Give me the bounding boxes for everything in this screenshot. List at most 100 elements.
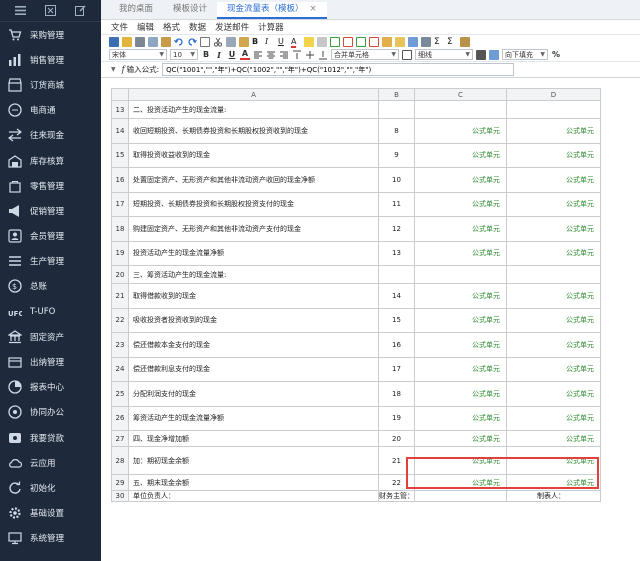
- copy-icon[interactable]: [148, 36, 158, 47]
- calc-icon[interactable]: [421, 36, 431, 47]
- bold-button[interactable]: B: [201, 50, 211, 59]
- cell-a[interactable]: 偿还借款利息支付的现金: [128, 356, 379, 382]
- fill-direction-select[interactable]: 向下填充 ▼: [502, 49, 548, 60]
- underline-button[interactable]: U: [227, 50, 237, 59]
- cell-a[interactable]: 吸收投资者投资收到的现金: [128, 307, 379, 333]
- cell-b[interactable]: [378, 100, 415, 119]
- sum-icon[interactable]: Σ: [434, 37, 444, 47]
- row-header[interactable]: 27: [111, 430, 129, 447]
- chart-icon[interactable]: [408, 36, 418, 47]
- cell-d[interactable]: 公式单元: [506, 332, 601, 358]
- cell-c[interactable]: 公式单元: [414, 446, 507, 475]
- sidebar-item-0[interactable]: 采购管理: [0, 22, 101, 47]
- cell-d[interactable]: 公式单元: [506, 240, 601, 266]
- cell-d[interactable]: 公式单元: [506, 405, 601, 431]
- sidebar-item-18[interactable]: 初始化: [0, 475, 101, 500]
- font-size-select[interactable]: 10 ▼: [170, 49, 198, 60]
- cell-a[interactable]: 五、期末现金余额: [128, 474, 379, 491]
- paste-icon[interactable]: [161, 36, 171, 47]
- copy-format-icon[interactable]: [226, 36, 236, 47]
- menu-icon[interactable]: [15, 5, 27, 16]
- row-header[interactable]: 29: [111, 474, 129, 491]
- row-header[interactable]: 19: [111, 240, 129, 266]
- lock-icon[interactable]: [460, 36, 470, 47]
- cell-c[interactable]: 公式单元: [414, 405, 507, 431]
- cell-d[interactable]: 公式单元: [506, 356, 601, 382]
- menu-send-mail[interactable]: 发送邮件: [215, 21, 249, 33]
- menu-format[interactable]: 格式: [163, 21, 180, 33]
- menu-edit[interactable]: 编辑: [137, 21, 154, 33]
- menu-file[interactable]: 文件: [111, 21, 128, 33]
- delete-row-icon[interactable]: [343, 36, 353, 47]
- border-style-select[interactable]: 细线 ▼: [415, 49, 473, 60]
- border-icon[interactable]: [402, 49, 412, 60]
- cell-a[interactable]: 购建固定资产、无形资产和其他非流动资产支付的现金: [128, 216, 379, 242]
- sidebar-item-20[interactable]: 系统管理: [0, 526, 101, 551]
- cell-a[interactable]: 筹资活动产生的现金流量净额: [128, 405, 379, 431]
- sidebar-item-19[interactable]: 基础设置: [0, 501, 101, 526]
- cell-d[interactable]: 公式单元: [506, 118, 601, 144]
- sidebar-item-1[interactable]: 销售管理: [0, 47, 101, 72]
- cell-c[interactable]: 公式单元: [414, 216, 507, 242]
- cell-a[interactable]: 短期投资、长期债券投资和长期股权投资支付的现金: [128, 191, 379, 217]
- italic-button[interactable]: I: [214, 50, 224, 60]
- column-header-d[interactable]: D: [506, 88, 601, 101]
- cell-c[interactable]: 公式单元: [414, 167, 507, 193]
- collapse-icon[interactable]: [44, 5, 56, 16]
- sidebar-item-8[interactable]: 会员管理: [0, 224, 101, 249]
- cell-c[interactable]: [414, 265, 507, 284]
- align-bottom-icon[interactable]: [318, 50, 328, 60]
- row-header[interactable]: 23: [111, 332, 129, 358]
- filter-icon[interactable]: [395, 36, 405, 47]
- column-header-a[interactable]: A: [128, 88, 379, 101]
- cell-b[interactable]: 14: [378, 283, 415, 309]
- sidebar-item-13[interactable]: 出纳管理: [0, 349, 101, 374]
- cell-d[interactable]: 公式单元: [506, 430, 601, 447]
- cell-d[interactable]: 公式单元: [506, 307, 601, 333]
- cell-c[interactable]: 公式单元: [414, 191, 507, 217]
- sidebar-item-6[interactable]: 零售管理: [0, 173, 101, 198]
- sidebar-item-12[interactable]: 固定资产: [0, 324, 101, 349]
- cell-b[interactable]: 9: [378, 142, 415, 168]
- cell-d[interactable]: [506, 100, 601, 119]
- print-icon[interactable]: [135, 36, 145, 47]
- border-color-icon[interactable]: [476, 49, 486, 60]
- sidebar-item-5[interactable]: 库存核算: [0, 148, 101, 173]
- cell-b[interactable]: 8: [378, 118, 415, 144]
- row-header[interactable]: 24: [111, 356, 129, 382]
- sidebar-item-17[interactable]: 云应用: [0, 450, 101, 475]
- align-center-icon[interactable]: [266, 50, 276, 60]
- edit-icon[interactable]: [74, 5, 86, 16]
- cell-b[interactable]: 12: [378, 216, 415, 242]
- cell-d[interactable]: 公式单元: [506, 142, 601, 168]
- formula-input[interactable]: [162, 63, 515, 76]
- paste-special-icon[interactable]: [239, 36, 249, 47]
- cell-c[interactable]: 公式单元: [414, 356, 507, 382]
- cell-b[interactable]: 20: [378, 430, 415, 447]
- column-header-b[interactable]: B: [378, 88, 415, 101]
- cell-c[interactable]: 公式单元: [414, 240, 507, 266]
- cell-d[interactable]: [506, 265, 601, 284]
- font-color-button[interactable]: A: [240, 49, 250, 60]
- cell-b[interactable]: 10: [378, 167, 415, 193]
- cell-d[interactable]: 公式单元: [506, 283, 601, 309]
- insert-row-icon[interactable]: [330, 36, 340, 47]
- cut-icon[interactable]: [213, 37, 223, 47]
- cell-d[interactable]: 公式单元: [506, 216, 601, 242]
- cell-b[interactable]: 财务主管：: [378, 490, 415, 502]
- align-middle-icon[interactable]: [305, 50, 315, 60]
- undo-icon[interactable]: [174, 37, 184, 47]
- cell-a[interactable]: 加：期初现金余额: [128, 446, 379, 475]
- underline-icon[interactable]: U: [278, 37, 288, 47]
- sidebar-item-2[interactable]: 订货商城: [0, 72, 101, 97]
- row-header[interactable]: 20: [111, 265, 129, 284]
- row-header[interactable]: 22: [111, 307, 129, 333]
- row-header[interactable]: 28: [111, 446, 129, 475]
- cell-a[interactable]: 四、现金净增加额: [128, 430, 379, 447]
- cell-b[interactable]: 18: [378, 381, 415, 407]
- row-header[interactable]: 14: [111, 118, 129, 144]
- corner-cell[interactable]: [111, 88, 129, 101]
- cell-d[interactable]: 制表人：: [506, 490, 601, 502]
- cell-a[interactable]: 处置固定资产、无形资产和其他非流动资产收回的现金净额: [128, 167, 379, 193]
- sigma-icon[interactable]: Σ: [447, 37, 457, 47]
